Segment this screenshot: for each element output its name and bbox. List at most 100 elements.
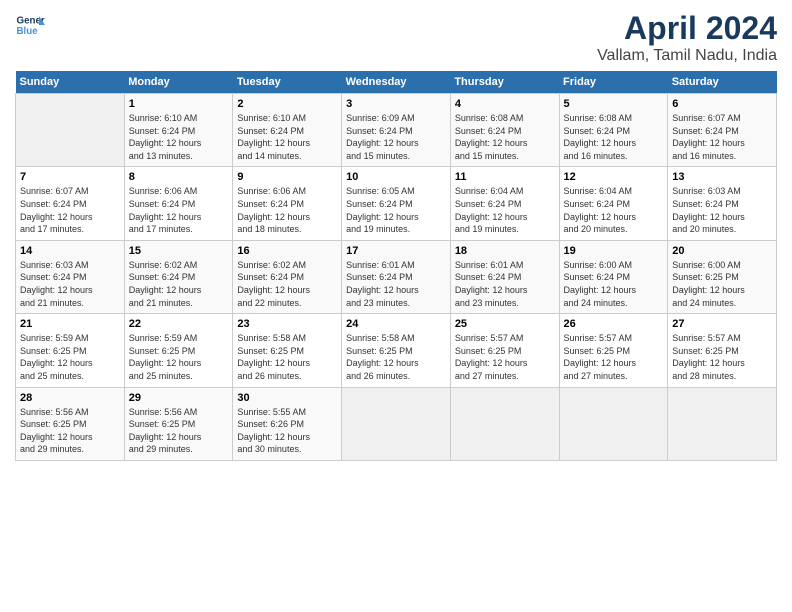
weekday-header: Friday xyxy=(559,71,668,94)
day-info: Sunrise: 6:04 AMSunset: 6:24 PMDaylight:… xyxy=(564,185,664,235)
day-info: Sunrise: 6:06 AMSunset: 6:24 PMDaylight:… xyxy=(237,185,337,235)
day-number: 23 xyxy=(237,318,337,330)
logo-icon: General Blue xyxy=(15,10,45,40)
day-info: Sunrise: 5:55 AMSunset: 6:26 PMDaylight:… xyxy=(237,406,337,456)
calendar-cell: 9 Sunrise: 6:06 AMSunset: 6:24 PMDaylight… xyxy=(233,167,342,240)
calendar-header-row: SundayMondayTuesdayWednesdayThursdayFrid… xyxy=(16,71,777,94)
day-info: Sunrise: 6:08 AMSunset: 6:24 PMDaylight:… xyxy=(455,112,555,162)
day-number: 19 xyxy=(564,245,664,257)
day-info: Sunrise: 6:07 AMSunset: 6:24 PMDaylight:… xyxy=(20,185,120,235)
day-info: Sunrise: 5:59 AMSunset: 6:25 PMDaylight:… xyxy=(129,332,229,382)
calendar-cell: 30 Sunrise: 5:55 AMSunset: 6:26 PMDayligh… xyxy=(233,387,342,460)
day-number: 10 xyxy=(346,171,446,183)
day-info: Sunrise: 6:03 AMSunset: 6:24 PMDaylight:… xyxy=(20,259,120,309)
day-number: 12 xyxy=(564,171,664,183)
day-info: Sunrise: 5:57 AMSunset: 6:25 PMDaylight:… xyxy=(564,332,664,382)
header: General Blue April 2024 Vallam, Tamil Na… xyxy=(15,10,777,65)
day-info: Sunrise: 6:04 AMSunset: 6:24 PMDaylight:… xyxy=(455,185,555,235)
calendar-cell: 15 Sunrise: 6:02 AMSunset: 6:24 PMDayligh… xyxy=(124,240,233,313)
calendar-cell: 7 Sunrise: 6:07 AMSunset: 6:24 PMDaylight… xyxy=(16,167,125,240)
page: General Blue April 2024 Vallam, Tamil Na… xyxy=(0,0,792,612)
calendar-week-row: 28Sunrise: 5:56 AMSunset: 6:25 PMDayligh… xyxy=(16,387,777,460)
calendar-cell xyxy=(450,387,559,460)
calendar-cell: 10Sunrise: 6:05 AMSunset: 6:24 PMDayligh… xyxy=(342,167,451,240)
calendar-cell xyxy=(342,387,451,460)
day-number: 8 xyxy=(129,171,229,183)
calendar-cell: 24Sunrise: 5:58 AMSunset: 6:25 PMDayligh… xyxy=(342,314,451,387)
day-number: 18 xyxy=(455,245,555,257)
day-info: Sunrise: 6:07 AMSunset: 6:24 PMDaylight:… xyxy=(672,112,772,162)
svg-text:Blue: Blue xyxy=(17,26,39,37)
day-info: Sunrise: 6:06 AMSunset: 6:24 PMDaylight:… xyxy=(129,185,229,235)
subtitle: Vallam, Tamil Nadu, India xyxy=(597,47,777,65)
day-number: 5 xyxy=(564,98,664,110)
day-info: Sunrise: 5:58 AMSunset: 6:25 PMDaylight:… xyxy=(346,332,446,382)
main-title: April 2024 xyxy=(597,10,777,47)
day-info: Sunrise: 6:10 AMSunset: 6:24 PMDaylight:… xyxy=(129,112,229,162)
calendar-cell: 3Sunrise: 6:09 AMSunset: 6:24 PMDaylight… xyxy=(342,94,451,167)
day-number: 20 xyxy=(672,245,772,257)
day-number: 22 xyxy=(129,318,229,330)
calendar-cell: 14 Sunrise: 6:03 AMSunset: 6:24 PMDayligh… xyxy=(16,240,125,313)
day-info: Sunrise: 5:58 AMSunset: 6:25 PMDaylight:… xyxy=(237,332,337,382)
calendar-cell: 29Sunrise: 5:56 AMSunset: 6:25 PMDayligh… xyxy=(124,387,233,460)
calendar-cell: 26 Sunrise: 5:57 AMSunset: 6:25 PMDayligh… xyxy=(559,314,668,387)
calendar-cell: 1 Sunrise: 6:10 AMSunset: 6:24 PMDaylight… xyxy=(124,94,233,167)
day-info: Sunrise: 6:00 AMSunset: 6:24 PMDaylight:… xyxy=(564,259,664,309)
day-info: Sunrise: 5:59 AMSunset: 6:25 PMDaylight:… xyxy=(20,332,120,382)
weekday-header: Wednesday xyxy=(342,71,451,94)
calendar-cell: 11 Sunrise: 6:04 AMSunset: 6:24 PMDayligh… xyxy=(450,167,559,240)
day-number: 17 xyxy=(346,245,446,257)
day-number: 26 xyxy=(564,318,664,330)
calendar-cell: 2Sunrise: 6:10 AMSunset: 6:24 PMDaylight… xyxy=(233,94,342,167)
calendar-cell: 19 Sunrise: 6:00 AMSunset: 6:24 PMDayligh… xyxy=(559,240,668,313)
day-number: 21 xyxy=(20,318,120,330)
day-number: 25 xyxy=(455,318,555,330)
calendar-cell: 8 Sunrise: 6:06 AMSunset: 6:24 PMDaylight… xyxy=(124,167,233,240)
weekday-header: Saturday xyxy=(668,71,777,94)
calendar-cell: 16Sunrise: 6:02 AMSunset: 6:24 PMDayligh… xyxy=(233,240,342,313)
day-info: Sunrise: 6:00 AMSunset: 6:25 PMDaylight:… xyxy=(672,259,772,309)
day-info: Sunrise: 6:02 AMSunset: 6:24 PMDaylight:… xyxy=(129,259,229,309)
day-number: 6 xyxy=(672,98,772,110)
calendar-cell: 12 Sunrise: 6:04 AMSunset: 6:24 PMDayligh… xyxy=(559,167,668,240)
weekday-header: Sunday xyxy=(16,71,125,94)
weekday-header: Thursday xyxy=(450,71,559,94)
calendar-week-row: 21 Sunrise: 5:59 AMSunset: 6:25 PMDayligh… xyxy=(16,314,777,387)
day-number: 7 xyxy=(20,171,120,183)
calendar-cell: 18 Sunrise: 6:01 AMSunset: 6:24 PMDayligh… xyxy=(450,240,559,313)
calendar-cell: 13Sunrise: 6:03 AMSunset: 6:24 PMDayligh… xyxy=(668,167,777,240)
title-block: April 2024 Vallam, Tamil Nadu, India xyxy=(597,10,777,65)
calendar-cell: 23 Sunrise: 5:58 AMSunset: 6:25 PMDayligh… xyxy=(233,314,342,387)
day-info: Sunrise: 6:08 AMSunset: 6:24 PMDaylight:… xyxy=(564,112,664,162)
calendar-week-row: 1 Sunrise: 6:10 AMSunset: 6:24 PMDaylight… xyxy=(16,94,777,167)
calendar-cell: 4Sunrise: 6:08 AMSunset: 6:24 PMDaylight… xyxy=(450,94,559,167)
day-info: Sunrise: 6:03 AMSunset: 6:24 PMDaylight:… xyxy=(672,185,772,235)
day-number: 30 xyxy=(237,392,337,404)
logo: General Blue xyxy=(15,10,45,40)
calendar-cell xyxy=(16,94,125,167)
calendar-week-row: 7 Sunrise: 6:07 AMSunset: 6:24 PMDaylight… xyxy=(16,167,777,240)
calendar-cell: 21 Sunrise: 5:59 AMSunset: 6:25 PMDayligh… xyxy=(16,314,125,387)
day-info: Sunrise: 6:01 AMSunset: 6:24 PMDaylight:… xyxy=(455,259,555,309)
day-number: 9 xyxy=(237,171,337,183)
day-info: Sunrise: 6:10 AMSunset: 6:24 PMDaylight:… xyxy=(237,112,337,162)
day-number: 15 xyxy=(129,245,229,257)
calendar-cell: 25 Sunrise: 5:57 AMSunset: 6:25 PMDayligh… xyxy=(450,314,559,387)
calendar-cell: 6 Sunrise: 6:07 AMSunset: 6:24 PMDaylight… xyxy=(668,94,777,167)
day-number: 14 xyxy=(20,245,120,257)
day-info: Sunrise: 5:57 AMSunset: 6:25 PMDaylight:… xyxy=(455,332,555,382)
day-number: 1 xyxy=(129,98,229,110)
day-info: Sunrise: 5:57 AMSunset: 6:25 PMDaylight:… xyxy=(672,332,772,382)
day-info: Sunrise: 5:56 AMSunset: 6:25 PMDaylight:… xyxy=(20,406,120,456)
day-number: 16 xyxy=(237,245,337,257)
day-number: 11 xyxy=(455,171,555,183)
calendar-cell: 17Sunrise: 6:01 AMSunset: 6:24 PMDayligh… xyxy=(342,240,451,313)
day-number: 3 xyxy=(346,98,446,110)
calendar-cell: 27 Sunrise: 5:57 AMSunset: 6:25 PMDayligh… xyxy=(668,314,777,387)
day-number: 27 xyxy=(672,318,772,330)
calendar-table: SundayMondayTuesdayWednesdayThursdayFrid… xyxy=(15,71,777,461)
day-number: 29 xyxy=(129,392,229,404)
calendar-cell: 22 Sunrise: 5:59 AMSunset: 6:25 PMDayligh… xyxy=(124,314,233,387)
calendar-week-row: 14 Sunrise: 6:03 AMSunset: 6:24 PMDayligh… xyxy=(16,240,777,313)
